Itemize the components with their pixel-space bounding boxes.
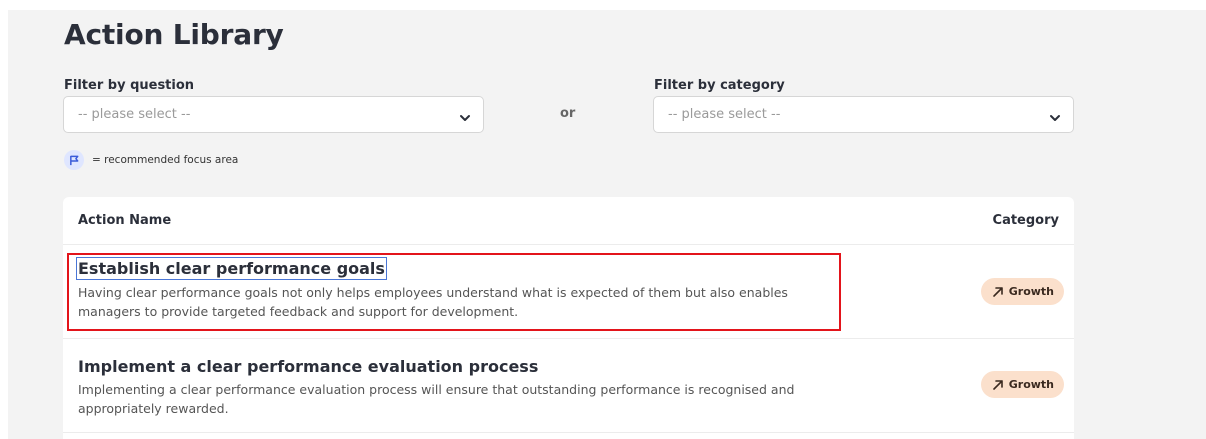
table-row[interactable]: Implement a clear performance evaluation… (63, 339, 1074, 433)
action-description: Having clear performance goals not only … (78, 285, 788, 319)
or-separator: or (560, 106, 576, 121)
category-label: Growth (1008, 285, 1054, 298)
page-title: Action Library (64, 18, 284, 51)
actions-table: Action Name Category Establish clear per… (63, 197, 1074, 439)
chevron-down-icon (459, 109, 471, 121)
arrow-up-right-icon (991, 378, 1005, 392)
chevron-down-icon (1049, 109, 1061, 121)
category-badge[interactable]: Growth (980, 371, 1064, 398)
legend-text: = recommended focus area (92, 154, 239, 166)
category-badge[interactable]: Growth (980, 278, 1064, 305)
flag-icon (64, 150, 84, 170)
arrow-up-right-icon (991, 285, 1005, 299)
filter-question-placeholder: -- please select -- (78, 107, 191, 122)
column-header-category: Category (992, 213, 1059, 228)
filter-category-select[interactable]: -- please select -- (653, 96, 1074, 133)
table-header: Action Name Category (63, 197, 1074, 245)
filter-question-label: Filter by question (64, 78, 195, 93)
action-title-link[interactable]: Establish clear performance goals (76, 257, 387, 280)
table-row[interactable]: Establish clear performance goals Having… (63, 245, 1074, 339)
filter-category-placeholder: -- please select -- (668, 107, 781, 122)
action-title-link[interactable]: Implement a clear performance evaluation… (78, 357, 538, 376)
action-description: Implementing a clear performance evaluat… (78, 382, 795, 416)
column-header-action-name: Action Name (78, 213, 172, 228)
filter-question-select[interactable]: -- please select -- (63, 96, 484, 133)
legend: = recommended focus area (64, 150, 238, 170)
filter-category-label: Filter by category (654, 78, 785, 93)
category-label: Growth (1008, 378, 1054, 391)
